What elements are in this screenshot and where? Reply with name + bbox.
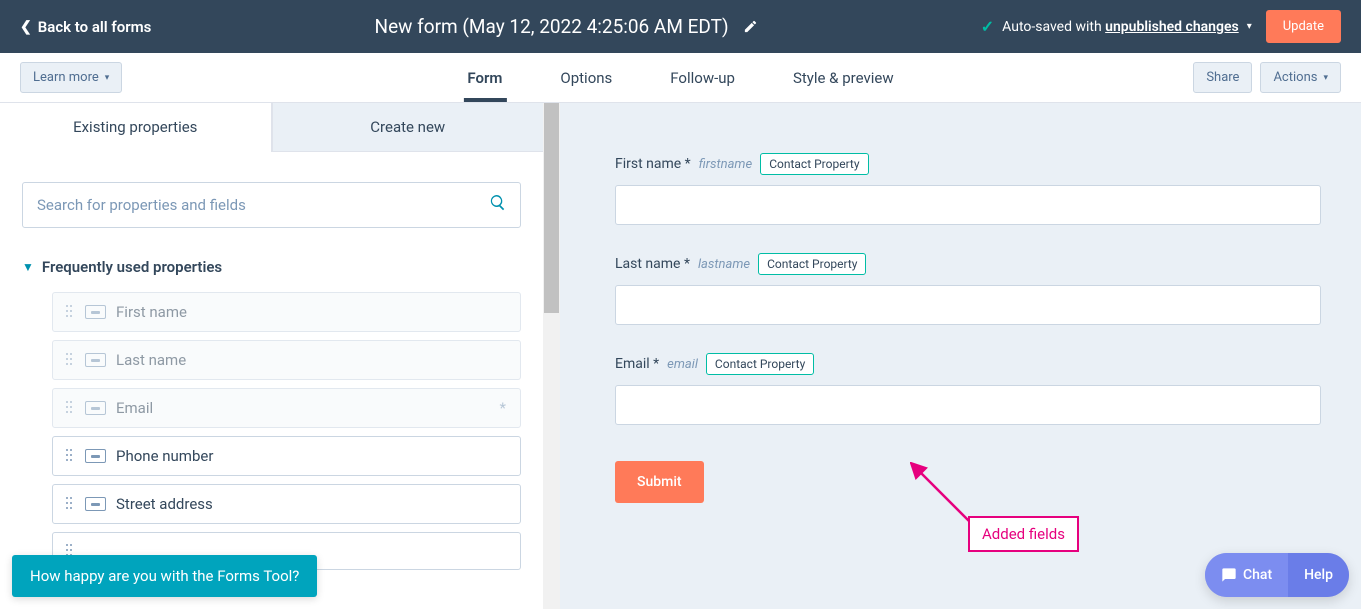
search-icon[interactable] <box>489 194 507 217</box>
contact-property-badge: Contact Property <box>760 153 868 175</box>
text-field-icon <box>85 305 106 319</box>
chevron-left-icon: ❮ <box>20 19 32 35</box>
tab-style-preview[interactable]: Style & preview <box>789 53 898 102</box>
topbar-right: ✓ Auto-saved with unpublished changes ▾ … <box>981 10 1341 43</box>
property-label: Last name <box>116 351 186 369</box>
learn-more-label: Learn more <box>33 70 99 85</box>
back-label: Back to all forms <box>38 18 152 36</box>
field-header: Last name * lastname Contact Property <box>615 253 1321 275</box>
property-last-name: Last name <box>52 340 521 380</box>
section-title: Frequently used properties <box>42 258 222 276</box>
property-street-address[interactable]: Street address <box>52 484 521 524</box>
autosave-text: Auto-saved with unpublished changes <box>1002 19 1239 35</box>
search-wrap <box>22 182 521 228</box>
required-asterisk: * <box>500 399 508 417</box>
tab-form[interactable]: Form <box>463 53 506 102</box>
contact-property-badge: Contact Property <box>706 353 814 375</box>
drag-handle-icon <box>65 496 73 513</box>
property-first-name: First name <box>52 292 521 332</box>
form-title: New form (May 12, 2022 4:25:06 AM EDT) <box>375 15 729 38</box>
back-to-forms-link[interactable]: ❮ Back to all forms <box>20 18 151 36</box>
submit-button[interactable]: Submit <box>615 461 704 503</box>
tab-create-new[interactable]: Create new <box>272 103 544 152</box>
field-internal-name: firstname <box>699 157 752 172</box>
text-field-icon <box>85 401 106 415</box>
property-list: First name Last name Email * Phone numbe <box>22 292 521 570</box>
text-field-icon <box>85 353 106 367</box>
drag-handle-icon <box>65 304 73 321</box>
scrollbar-thumb[interactable] <box>544 103 559 313</box>
caret-down-icon: ▾ <box>105 73 110 83</box>
chat-label: Chat <box>1243 567 1272 583</box>
annotation-label: Added fields <box>968 516 1079 552</box>
chat-button[interactable]: Chat <box>1205 553 1288 597</box>
property-label: First name <box>116 303 187 321</box>
left-panel-content: ▼ Frequently used properties First name … <box>0 152 543 609</box>
tab-existing-properties[interactable]: Existing properties <box>0 103 272 152</box>
nav-tabs: Form Options Follow-up Style & preview <box>463 53 897 102</box>
second-bar: Learn more ▾ Form Options Follow-up Styl… <box>0 53 1361 103</box>
survey-bubble[interactable]: How happy are you with the Forms Tool? <box>12 555 317 597</box>
scrollbar[interactable] <box>543 103 560 609</box>
chat-help-widget: Chat Help <box>1205 553 1349 597</box>
autosave-prefix: Auto-saved with <box>1002 19 1105 35</box>
section-frequently-used[interactable]: ▼ Frequently used properties <box>22 258 521 276</box>
property-label: Street address <box>116 495 213 513</box>
top-bar: ❮ Back to all forms New form (May 12, 20… <box>0 0 1361 53</box>
text-field-icon <box>85 449 106 463</box>
field-block-firstname[interactable]: First name * firstname Contact Property <box>615 153 1321 225</box>
share-button[interactable]: Share <box>1193 62 1252 93</box>
field-block-email[interactable]: Email * email Contact Property <box>615 353 1321 425</box>
field-internal-name: lastname <box>698 257 750 272</box>
tab-options[interactable]: Options <box>556 53 616 102</box>
field-label: First name * <box>615 156 691 172</box>
autosave-link: unpublished changes <box>1105 19 1239 35</box>
chevron-down-icon: ▼ <box>22 260 34 274</box>
field-internal-name: email <box>667 357 698 372</box>
field-input-firstname[interactable] <box>615 185 1321 225</box>
actions-button[interactable]: Actions ▾ <box>1260 62 1341 93</box>
drag-handle-icon <box>65 352 73 369</box>
field-label: Last name * <box>615 256 690 272</box>
check-icon: ✓ <box>981 17 994 36</box>
topbar-center: New form (May 12, 2022 4:25:06 AM EDT) <box>151 15 980 38</box>
drag-handle-icon <box>65 400 73 417</box>
help-button[interactable]: Help <box>1288 553 1349 597</box>
left-panel: Existing properties Create new ▼ Frequen… <box>0 103 543 609</box>
field-header: First name * firstname Contact Property <box>615 153 1321 175</box>
property-label: Phone number <box>116 447 213 465</box>
contact-property-badge: Contact Property <box>758 253 866 275</box>
actions-label: Actions <box>1273 70 1317 85</box>
secondbar-right-buttons: Share Actions ▾ <box>1193 62 1341 93</box>
caret-down-icon: ▾ <box>1247 21 1252 32</box>
pencil-icon[interactable] <box>743 19 758 34</box>
learn-more-button[interactable]: Learn more ▾ <box>20 62 122 93</box>
search-input[interactable] <box>22 182 521 228</box>
property-label: Email <box>116 399 153 417</box>
help-label: Help <box>1304 567 1333 583</box>
caret-down-icon: ▾ <box>1323 73 1328 83</box>
text-field-icon <box>85 497 106 511</box>
field-input-lastname[interactable] <box>615 285 1321 325</box>
form-preview: First name * firstname Contact Property … <box>560 103 1361 609</box>
main-area: Existing properties Create new ▼ Frequen… <box>0 103 1361 609</box>
property-phone-number[interactable]: Phone number <box>52 436 521 476</box>
chat-icon <box>1221 567 1237 583</box>
property-email: Email * <box>52 388 521 428</box>
drag-handle-icon <box>65 448 73 465</box>
field-input-email[interactable] <box>615 385 1321 425</box>
tab-follow-up[interactable]: Follow-up <box>666 53 739 102</box>
field-block-lastname[interactable]: Last name * lastname Contact Property <box>615 253 1321 325</box>
left-panel-tabs: Existing properties Create new <box>0 103 543 152</box>
field-label: Email * <box>615 356 659 372</box>
autosave-status[interactable]: ✓ Auto-saved with unpublished changes ▾ <box>981 17 1252 36</box>
field-header: Email * email Contact Property <box>615 353 1321 375</box>
update-button[interactable]: Update <box>1266 10 1341 43</box>
